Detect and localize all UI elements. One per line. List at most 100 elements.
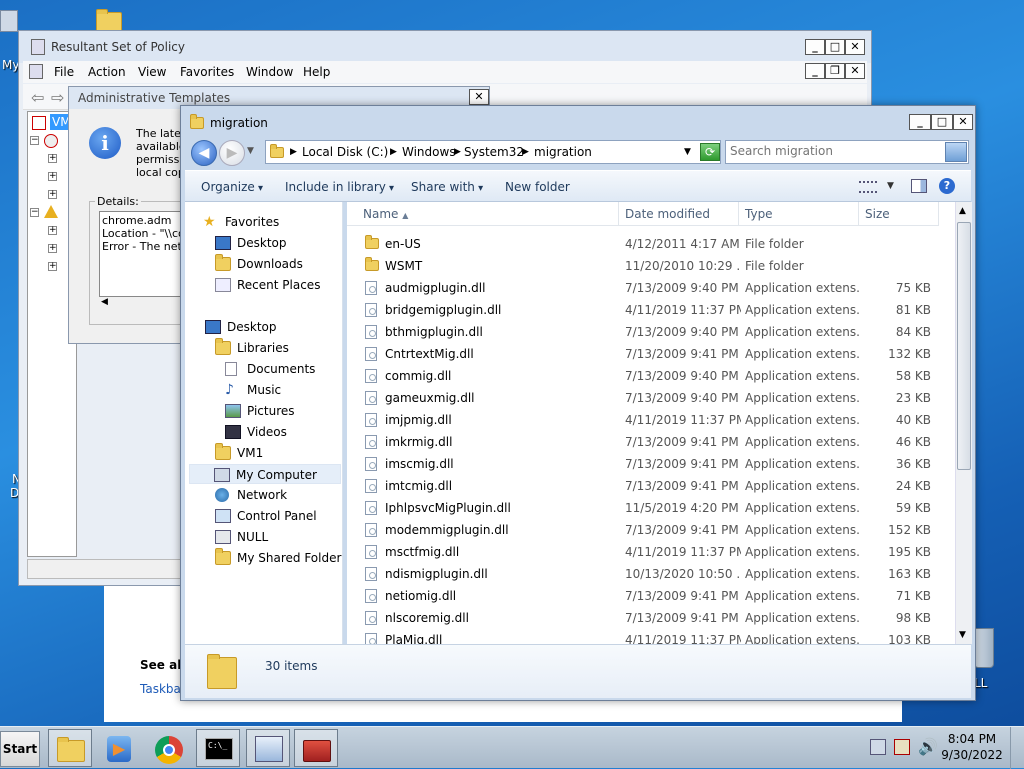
recycle-bin-icon[interactable] bbox=[974, 628, 994, 668]
breadcrumb-separator-icon[interactable]: ▶ bbox=[390, 147, 397, 157]
minimize-button[interactable]: _ bbox=[805, 39, 825, 55]
start-button[interactable]: Start bbox=[0, 731, 40, 767]
file-row[interactable]: PlaMig.dll 4/11/2019 11:37 PM Application … bbox=[347, 629, 955, 644]
breadcrumb-windows[interactable]: Windows bbox=[402, 145, 456, 159]
taskbar-link[interactable]: Taskba bbox=[140, 682, 181, 696]
file-row[interactable]: audmigplugin.dll 7/13/2009 9:40 PM Applica… bbox=[347, 277, 955, 299]
file-row[interactable]: commig.dll 7/13/2009 9:40 PM Application e… bbox=[347, 365, 955, 387]
share-with-button[interactable]: Share with bbox=[411, 180, 483, 194]
desktop-folder-icon[interactable] bbox=[96, 9, 122, 32]
minimize-button[interactable]: _ bbox=[909, 114, 931, 130]
file-row[interactable]: imkrmig.dll 7/13/2009 9:41 PM Application … bbox=[347, 431, 955, 453]
expand-icon[interactable]: + bbox=[48, 190, 57, 199]
dialog-close-button[interactable]: ✕ bbox=[469, 89, 489, 105]
rsop-titlebar[interactable]: Resultant Set of Policy _ □ ✕ bbox=[19, 31, 871, 63]
nav-my-computer[interactable]: My Computer bbox=[189, 464, 341, 484]
file-row[interactable]: nlscoremig.dll 7/13/2009 9:41 PM Applicati… bbox=[347, 607, 955, 629]
network-tray-icon[interactable] bbox=[870, 739, 886, 755]
volume-tray-icon[interactable]: 🔊 bbox=[918, 737, 938, 756]
menu-action[interactable]: Action bbox=[88, 65, 126, 79]
explorer-taskbar-button[interactable] bbox=[48, 729, 92, 767]
recycle-bin-label[interactable]: LL bbox=[974, 676, 987, 690]
menu-help[interactable]: Help bbox=[303, 65, 330, 79]
media-player-taskbar-button[interactable]: ▶ bbox=[96, 729, 140, 767]
desktop-icon-label-my[interactable]: My bbox=[2, 58, 19, 72]
breadcrumb-separator-icon[interactable]: ▶ bbox=[522, 147, 529, 157]
refresh-icon[interactable]: ⟳ bbox=[700, 143, 720, 161]
expand-icon[interactable]: + bbox=[48, 244, 57, 253]
column-header-name[interactable]: Name ▲ bbox=[347, 202, 619, 226]
clock-time[interactable]: 8:04 PM bbox=[940, 732, 1004, 746]
scroll-up-icon[interactable]: ▲ bbox=[959, 206, 966, 216]
menu-favorites[interactable]: Favorites bbox=[180, 65, 234, 79]
file-row[interactable]: bthmigplugin.dll 7/13/2009 9:40 PM Applica… bbox=[347, 321, 955, 343]
organize-button[interactable]: Organize bbox=[201, 180, 263, 194]
expand-icon[interactable]: + bbox=[48, 154, 57, 163]
column-header-date[interactable]: Date modified bbox=[619, 202, 739, 226]
recent-pages-dropdown-icon[interactable]: ▼ bbox=[247, 146, 254, 156]
expand-icon[interactable]: + bbox=[48, 172, 57, 181]
vertical-scrollbar[interactable]: ▲ ▼ bbox=[955, 202, 972, 644]
cmd-taskbar-button[interactable]: C:\_ bbox=[196, 729, 240, 767]
scroll-down-icon[interactable]: ▼ bbox=[959, 630, 966, 640]
child-restore-button[interactable]: ❐ bbox=[825, 63, 845, 79]
menu-view[interactable]: View bbox=[138, 65, 166, 79]
file-row[interactable]: imtcmig.dll 7/13/2009 9:41 PM Application … bbox=[347, 475, 955, 497]
menu-file[interactable]: File bbox=[54, 65, 74, 79]
file-row[interactable]: ndismigplugin.dll 10/13/2020 10:50 ... App… bbox=[347, 563, 955, 585]
file-row[interactable]: CntrtextMig.dll 7/13/2009 9:41 PM Applicat… bbox=[347, 343, 955, 365]
file-row[interactable]: msctfmig.dll 4/11/2019 11:37 PM Applicatio… bbox=[347, 541, 955, 563]
breadcrumb-system32[interactable]: System32 bbox=[464, 145, 524, 159]
new-folder-button[interactable]: New folder bbox=[505, 180, 570, 194]
expand-icon[interactable]: + bbox=[48, 262, 57, 271]
maximize-button[interactable]: □ bbox=[931, 114, 953, 130]
scroll-thumb[interactable] bbox=[957, 222, 971, 470]
search-input[interactable] bbox=[730, 144, 942, 158]
address-dropdown-icon[interactable]: ▼ bbox=[684, 147, 691, 157]
address-bar[interactable]: ▶ Local Disk (C:) ▶ Windows ▶ System32 ▶… bbox=[265, 140, 721, 164]
file-row[interactable]: en-US 4/12/2011 4:17 AM File folder bbox=[347, 233, 955, 255]
security-tray-icon[interactable] bbox=[894, 739, 910, 755]
file-row[interactable]: bridgemigplugin.dll 4/11/2019 11:37 PM App… bbox=[347, 299, 955, 321]
maximize-button[interactable]: □ bbox=[825, 39, 845, 55]
breadcrumb-migration[interactable]: migration bbox=[534, 145, 592, 159]
preview-pane-icon[interactable] bbox=[911, 179, 927, 193]
expand-icon[interactable]: + bbox=[48, 226, 57, 235]
column-header-type[interactable]: Type bbox=[739, 202, 859, 226]
file-row[interactable]: IphlpsvcMigPlugin.dll 11/5/2019 4:20 PM Ap… bbox=[347, 497, 955, 519]
file-row[interactable]: imscmig.dll 7/13/2009 9:41 PM Application … bbox=[347, 453, 955, 475]
collapse-icon[interactable]: − bbox=[30, 208, 39, 217]
breadcrumb-local-disk[interactable]: Local Disk (C:) bbox=[302, 145, 388, 159]
child-close-button[interactable]: ✕ bbox=[845, 63, 865, 79]
show-desktop-button[interactable] bbox=[1010, 727, 1024, 769]
close-button[interactable]: ✕ bbox=[953, 114, 973, 130]
collapse-icon[interactable]: − bbox=[30, 136, 39, 145]
file-row[interactable]: netiomig.dll 7/13/2009 9:41 PM Application… bbox=[347, 585, 955, 607]
forward-arrow-icon[interactable]: ⇨ bbox=[51, 88, 64, 107]
help-icon[interactable]: ? bbox=[939, 178, 955, 194]
file-row[interactable]: gameuxmig.dll 7/13/2009 9:40 PM Applicatio… bbox=[347, 387, 955, 409]
details-textbox[interactable]: chrome.adm Location - "\\col Error - The… bbox=[99, 211, 185, 297]
file-row[interactable]: imjpmig.dll 4/11/2019 11:37 PM Application… bbox=[347, 409, 955, 431]
breadcrumb-separator-icon[interactable]: ▶ bbox=[290, 147, 297, 157]
rsop-taskbar-button[interactable] bbox=[246, 729, 290, 767]
change-view-icon[interactable] bbox=[859, 181, 877, 193]
clock-date[interactable]: 9/30/2022 bbox=[940, 748, 1004, 762]
back-arrow-icon[interactable]: ⇦ bbox=[31, 88, 44, 107]
details-hscroll-left[interactable]: ◀ bbox=[101, 297, 108, 307]
desktop-computer-icon[interactable] bbox=[0, 10, 18, 32]
toolbox-taskbar-button[interactable] bbox=[294, 729, 338, 767]
column-header-size[interactable]: Size bbox=[859, 202, 939, 226]
include-in-library-button[interactable]: Include in library bbox=[285, 180, 394, 194]
search-icon[interactable] bbox=[945, 142, 967, 162]
file-row[interactable]: WSMT 11/20/2010 10:29 ... File folder bbox=[347, 255, 955, 277]
forward-button[interactable]: ▶ bbox=[219, 140, 245, 166]
file-row[interactable]: modemmigplugin.dll 7/13/2009 9:41 PM Appli… bbox=[347, 519, 955, 541]
back-button[interactable]: ◀ bbox=[191, 140, 217, 166]
child-minimize-button[interactable]: _ bbox=[805, 63, 825, 79]
menu-window[interactable]: Window bbox=[246, 65, 293, 79]
close-button[interactable]: ✕ bbox=[845, 39, 865, 55]
explorer-titlebar[interactable]: migration _ □ ✕ bbox=[181, 106, 975, 136]
view-options-dropdown-icon[interactable]: ▼ bbox=[887, 181, 894, 191]
breadcrumb-separator-icon[interactable]: ▶ bbox=[454, 147, 461, 157]
